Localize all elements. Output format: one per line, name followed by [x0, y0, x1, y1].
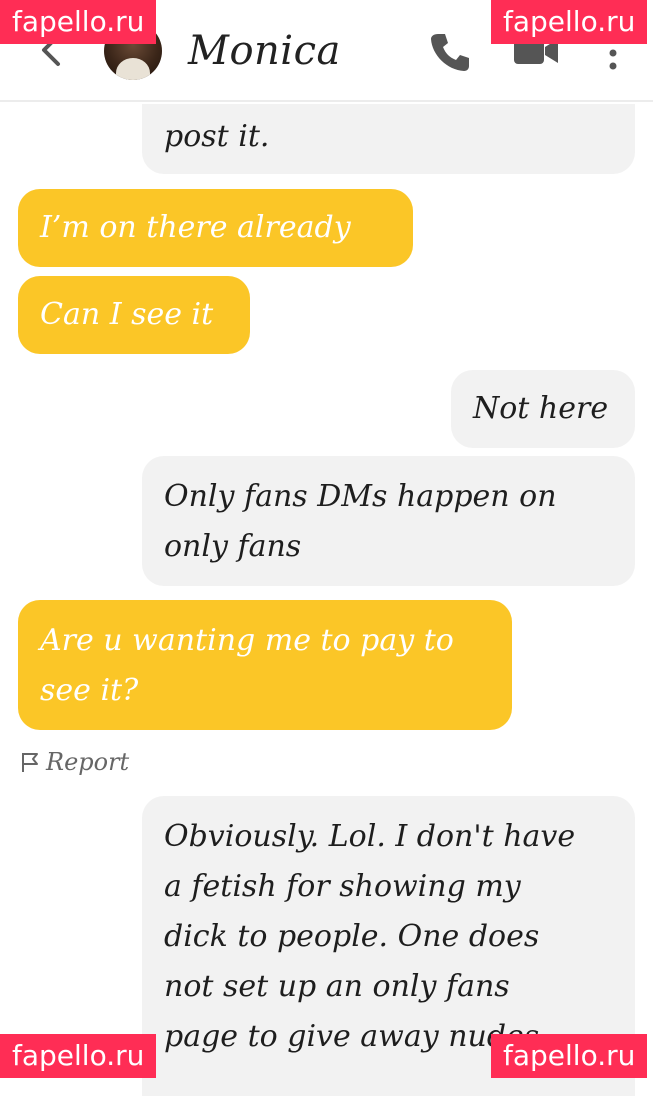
watermark-badge: fapello.ru	[0, 1034, 157, 1078]
flag-icon	[22, 753, 38, 772]
message-incoming: post it.	[142, 104, 635, 174]
message-outgoing: Are u wanting me to pay to see it?	[18, 600, 512, 730]
message-outgoing: I’m on there already	[18, 189, 413, 267]
watermark-badge: fapello.ru	[491, 1034, 648, 1078]
call-button[interactable]	[428, 30, 472, 74]
message-outgoing: Can I see it	[18, 276, 250, 354]
phone-icon	[431, 34, 469, 71]
report-label: Report	[46, 748, 130, 776]
report-button[interactable]: Report	[20, 745, 129, 779]
watermark-badge: fapello.ru	[491, 0, 648, 44]
message-incoming: Only fans DMs happen on only fans	[142, 456, 635, 586]
message-incoming: Not here	[451, 370, 635, 448]
contact-name[interactable]: Monica	[188, 28, 341, 74]
watermark-badge: fapello.ru	[0, 0, 157, 44]
